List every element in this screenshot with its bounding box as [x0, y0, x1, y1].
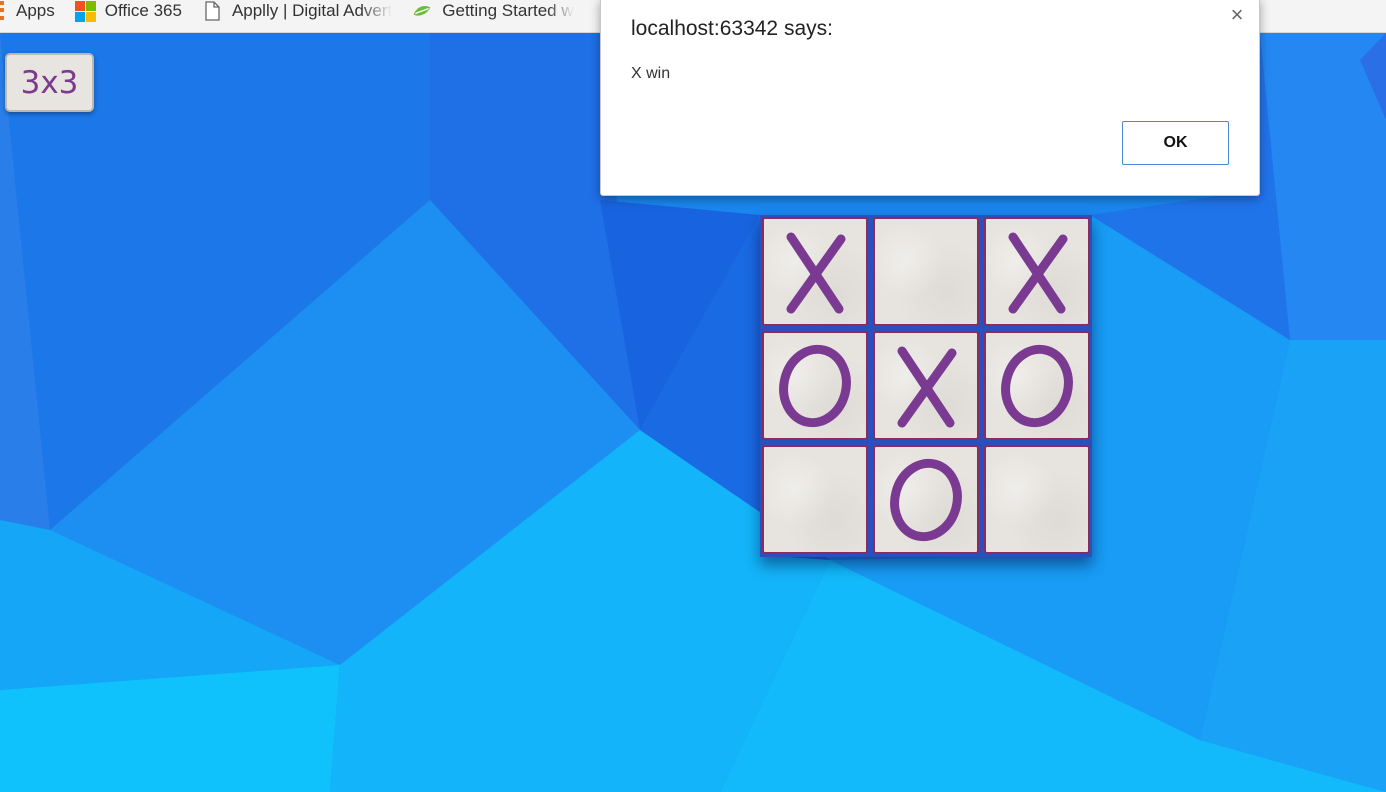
alert-dialog: localhost:63342 says: × X win OK [600, 0, 1260, 196]
o-mark [890, 458, 962, 541]
close-icon[interactable]: × [1227, 3, 1247, 27]
x-mark [1008, 232, 1068, 313]
ok-button[interactable]: OK [1122, 121, 1229, 165]
bookmark-label: Getting Started w [442, 1, 574, 20]
board-cell-2-1[interactable] [873, 445, 979, 554]
bookmark-label: Office 365 [104, 1, 182, 20]
bookmark-label: Applly | Digital Advert [231, 1, 393, 20]
board-cell-0-2[interactable] [984, 217, 1090, 326]
green-leaf-icon [413, 6, 431, 16]
board-cell-1-2[interactable] [984, 331, 1090, 440]
page-icon [205, 1, 220, 21]
apps-grid-icon [0, 1, 6, 21]
bookmark-getting-started[interactable]: Getting Started w [412, 0, 574, 28]
dialog-message: X win [631, 65, 671, 82]
board-cell-0-1[interactable] [873, 217, 979, 326]
bookmark-applly[interactable]: Applly | Digital Advert [202, 0, 392, 28]
o-mark [1001, 344, 1073, 427]
board-cell-2-0[interactable] [762, 445, 868, 554]
dialog-title: localhost:63342 says: [631, 17, 833, 40]
board-cell-1-0[interactable] [762, 331, 868, 440]
bookmark-office365[interactable]: Office 365 [74, 0, 182, 28]
board-cell-1-1[interactable] [873, 331, 979, 440]
board-size-button[interactable]: 3x3 [5, 53, 94, 112]
board-cell-2-2[interactable] [984, 445, 1090, 554]
x-mark [897, 346, 957, 427]
board-cell-0-0[interactable] [762, 217, 868, 326]
o-mark [779, 344, 851, 427]
x-mark [786, 232, 846, 313]
tic-tac-toe-board [760, 215, 1092, 557]
bookmark-apps[interactable]: Apps [0, 0, 55, 28]
microsoft-logo-icon [74, 1, 96, 22]
bookmark-label: Apps [16, 1, 55, 20]
